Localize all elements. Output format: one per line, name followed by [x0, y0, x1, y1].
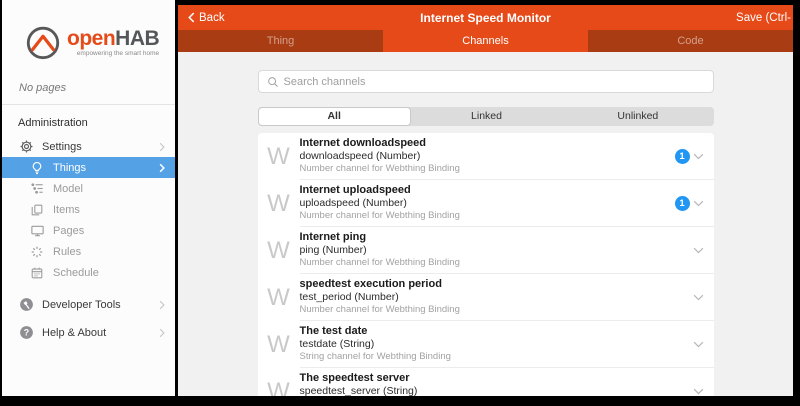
- gear-icon: [18, 139, 34, 155]
- chevron-down-icon[interactable]: [693, 294, 704, 301]
- search-input[interactable]: [284, 76, 705, 88]
- channel-id: testdate (String): [300, 338, 451, 351]
- channel-title: The speedtest server: [300, 372, 451, 385]
- tab-channels[interactable]: Channels: [383, 30, 588, 52]
- openhab-logo-icon: [24, 23, 62, 61]
- sidebar-item-label: Developer Tools: [42, 299, 121, 311]
- chevron-down-icon[interactable]: [693, 200, 704, 207]
- chevron-down-icon[interactable]: [693, 341, 704, 348]
- lightbulb-icon: [29, 160, 45, 176]
- content-area: All Linked Unlinked W Internet downloads…: [178, 52, 793, 396]
- channel-row[interactable]: W The speedtest server speedtest_server …: [258, 368, 714, 396]
- channel-letter-icon: W: [258, 378, 300, 397]
- segment-all[interactable]: All: [258, 107, 411, 126]
- sidebar-item-label: Model: [53, 183, 83, 195]
- channel-description: Number channel for Webthing Binding: [300, 210, 460, 222]
- sidebar-item-pages[interactable]: Pages: [2, 220, 175, 241]
- sidebar-item-developer-tools[interactable]: Developer Tools: [2, 294, 175, 315]
- main-panel: Back Internet Speed Monitor Save (Ctrl- …: [178, 5, 793, 396]
- admin-section-label: Administration: [2, 105, 175, 136]
- channel-description: Number channel for Webthing Binding: [300, 257, 460, 269]
- search-bar: [258, 70, 714, 93]
- openhab-logo-text: openHAB: [67, 28, 159, 49]
- segment-unlinked[interactable]: Unlinked: [562, 107, 713, 126]
- channel-row[interactable]: W Internet ping ping (Number) Number cha…: [258, 227, 714, 274]
- channel-id: test_period (Number): [300, 291, 460, 304]
- chevron-left-icon: [188, 12, 195, 23]
- chevron-right-icon: [159, 300, 165, 310]
- channel-letter-icon: W: [258, 190, 300, 218]
- search-icon: [267, 76, 279, 88]
- tab-code[interactable]: Code: [588, 30, 793, 52]
- sidebar: openHAB empowering the smart home No pag…: [2, 0, 175, 396]
- sidebar-item-settings[interactable]: Settings: [2, 136, 175, 157]
- channel-description: Number channel for Webthing Binding: [300, 163, 460, 175]
- channel-row[interactable]: W Internet downloadspeed downloadspeed (…: [258, 133, 714, 180]
- sidebar-item-help-about[interactable]: ? Help & About: [2, 322, 175, 343]
- chevron-right-icon: [159, 163, 165, 173]
- tabbar: Thing Channels Code: [178, 30, 793, 52]
- channel-id: ping (Number): [300, 244, 460, 257]
- navbar: Back Internet Speed Monitor Save (Ctrl-: [178, 5, 793, 30]
- sparkles-icon: [29, 244, 45, 260]
- app-frame: openHAB empowering the smart home No pag…: [0, 0, 800, 406]
- sidebar-item-label: Things: [53, 162, 86, 174]
- back-button[interactable]: Back: [188, 12, 225, 24]
- channel-letter-icon: W: [258, 284, 300, 312]
- save-button[interactable]: Save (Ctrl-: [736, 12, 791, 24]
- sidebar-item-label: Schedule: [53, 267, 99, 279]
- channel-letter-icon: W: [258, 331, 300, 359]
- sidebar-item-model[interactable]: Model: [2, 178, 175, 199]
- channel-title: Internet uploadspeed: [300, 184, 460, 197]
- sidebar-item-label: Settings: [42, 141, 82, 153]
- sidebar-item-schedule[interactable]: Schedule: [2, 262, 175, 283]
- question-circle-icon: ?: [18, 325, 34, 341]
- sidebar-item-items[interactable]: Items: [2, 199, 175, 220]
- openhab-logo: openHAB empowering the smart home: [2, 0, 175, 68]
- chevron-down-icon[interactable]: [693, 388, 704, 395]
- model-tree-icon: [29, 181, 45, 197]
- calendar-icon: [29, 265, 45, 281]
- sidebar-nav: Settings Things: [2, 136, 175, 343]
- channel-row[interactable]: W Internet uploadspeed uploadspeed (Numb…: [258, 180, 714, 227]
- channel-list: W Internet downloadspeed downloadspeed (…: [258, 133, 714, 396]
- page-title: Internet Speed Monitor: [178, 11, 793, 25]
- sidebar-item-rules[interactable]: Rules: [2, 241, 175, 262]
- tab-thing[interactable]: Thing: [178, 30, 383, 52]
- channel-title: Internet ping: [300, 231, 460, 244]
- chevron-right-icon: [159, 328, 165, 338]
- channel-description: Number channel for Webthing Binding: [300, 304, 460, 316]
- sidebar-item-things[interactable]: Things: [2, 157, 175, 178]
- no-pages-label: No pages: [2, 68, 175, 105]
- filter-segmented: All Linked Unlinked: [258, 107, 714, 126]
- channel-title: speedtest execution period: [300, 278, 460, 291]
- segment-linked[interactable]: Linked: [411, 107, 562, 126]
- sidebar-item-label: Pages: [53, 225, 84, 237]
- channel-id: uploadspeed (Number): [300, 197, 460, 210]
- channel-row[interactable]: W speedtest execution period test_period…: [258, 274, 714, 321]
- sidebar-item-label: Help & About: [42, 327, 106, 339]
- sidebar-item-label: Rules: [53, 246, 81, 258]
- copy-icon: [29, 202, 45, 218]
- hammer-circle-icon: [18, 297, 34, 313]
- svg-text:?: ?: [23, 328, 28, 338]
- monitor-icon: [29, 223, 45, 239]
- channel-letter-icon: W: [258, 237, 300, 265]
- chevron-down-icon[interactable]: [693, 153, 704, 160]
- chevron-right-icon: [159, 142, 165, 152]
- channel-description: String channel for Webthing Binding: [300, 351, 451, 363]
- channel-id: downloadspeed (Number): [300, 150, 460, 163]
- channel-id: speedtest_server (String): [300, 385, 451, 396]
- back-label: Back: [199, 12, 225, 24]
- linked-count-badge: 1: [675, 196, 690, 211]
- chevron-down-icon[interactable]: [693, 247, 704, 254]
- channel-title: The test date: [300, 325, 451, 338]
- channel-letter-icon: W: [258, 143, 300, 171]
- linked-count-badge: 1: [675, 149, 690, 164]
- openhab-logo-tagline: empowering the smart home: [67, 50, 159, 57]
- sidebar-item-label: Items: [53, 204, 80, 216]
- channel-row[interactable]: W The test date testdate (String) String…: [258, 321, 714, 368]
- channel-title: Internet downloadspeed: [300, 137, 460, 150]
